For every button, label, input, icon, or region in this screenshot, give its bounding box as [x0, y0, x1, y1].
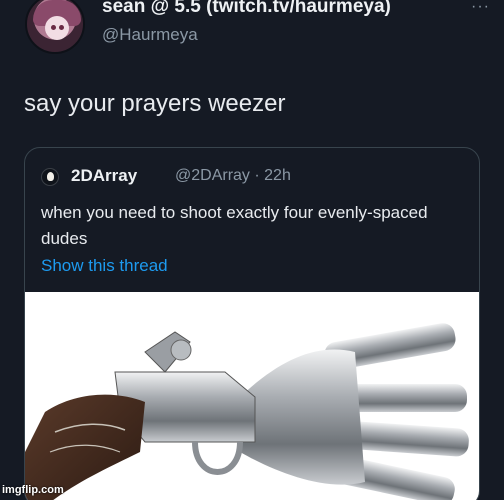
author-display-name[interactable]: sean @ 5.5 (twitch.tv/haurmeya): [102, 0, 391, 18]
four-barrel-pistol-image: [25, 323, 469, 500]
avatar-eye-right: [59, 25, 64, 30]
more-options-icon[interactable]: ···: [471, 0, 490, 16]
quoted-tweet-media[interactable]: [25, 292, 479, 500]
quoted-author-avatar[interactable]: [41, 168, 59, 186]
show-thread-link[interactable]: Show this thread: [41, 256, 168, 276]
quoted-tweet-card[interactable]: 2DArray @2DArray · 22h when you need to …: [24, 147, 480, 500]
quoted-author-name[interactable]: 2DArray: [71, 166, 137, 186]
quoted-author-meta: @2DArray · 22h: [175, 167, 291, 184]
avatar-eye-left: [51, 25, 56, 30]
quoted-tweet-text: when you need to shoot exactly four even…: [41, 203, 428, 248]
watermark: imgflip.com: [2, 484, 64, 496]
tweet-text: say your prayers weezer: [24, 90, 286, 117]
author-handle[interactable]: @Haurmeya: [102, 25, 198, 45]
author-avatar[interactable]: [25, 0, 85, 54]
tweet-header: sean @ 5.5 (twitch.tv/haurmeya) @Haurmey…: [20, 0, 490, 62]
avatar-face: [45, 16, 69, 40]
